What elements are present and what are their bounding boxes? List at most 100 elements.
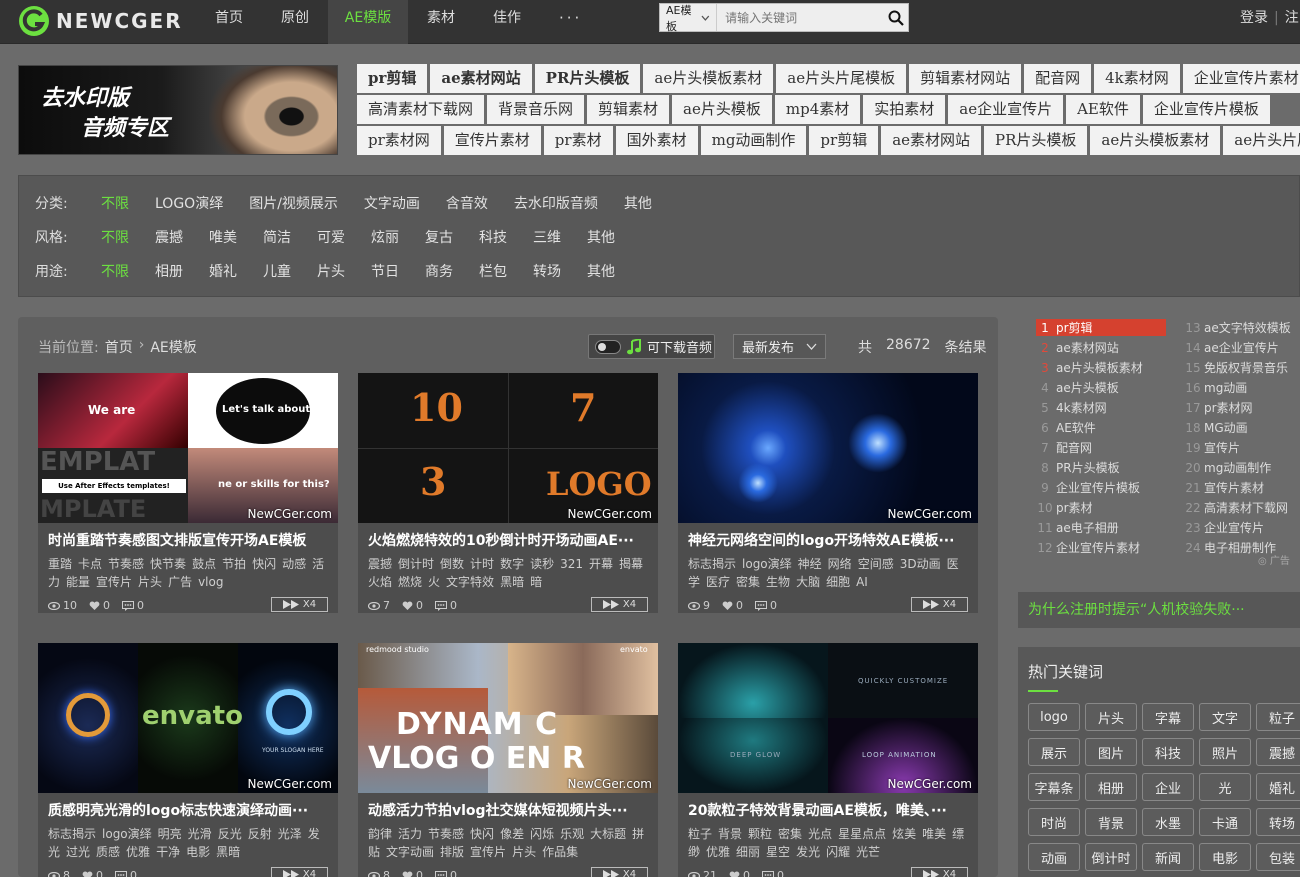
card-thumbnail[interactable]: 10 7 3 LOGO NewCGer.com bbox=[358, 373, 658, 523]
nav-more-menu[interactable]: ··· bbox=[540, 0, 601, 44]
keyword-link[interactable]: 快闪 bbox=[470, 827, 494, 841]
card-title[interactable]: 质感明亮光滑的logo标志快速演绎动画··· bbox=[48, 800, 330, 820]
card-title[interactable]: 20款粒子特效背景动画AE模板，唯美、··· bbox=[688, 800, 970, 820]
keyword-link[interactable]: 倒计时 bbox=[398, 557, 434, 571]
keyword-link[interactable]: 卡点 bbox=[78, 557, 102, 571]
tag-link[interactable]: 高清素材下载网 bbox=[357, 95, 485, 124]
ranking-item[interactable]: 20 mg动画制作 bbox=[1184, 459, 1300, 476]
keyword-link[interactable]: 医疗 bbox=[706, 575, 730, 589]
ranking-item[interactable]: 10 pr素材 bbox=[1036, 499, 1166, 516]
filter-option[interactable]: 震撼 bbox=[155, 227, 183, 247]
likes-stat[interactable]: 0 bbox=[722, 599, 743, 612]
keyword-link[interactable]: 过光 bbox=[66, 845, 90, 859]
nav-item-1[interactable]: 原创 bbox=[262, 0, 328, 44]
keyword-link[interactable]: 粒子 bbox=[688, 827, 712, 841]
keyword-link[interactable]: 优雅 bbox=[126, 845, 150, 859]
keyword-link[interactable]: 唯美 bbox=[922, 827, 946, 841]
keyword-link[interactable]: 快闪 bbox=[252, 557, 276, 571]
hot-keyword[interactable]: 时尚 bbox=[1028, 808, 1080, 836]
card-thumbnail[interactable]: envato YOUR SLOGAN HERE NewCGer.com bbox=[38, 643, 338, 793]
keyword-link[interactable]: 重踏 bbox=[48, 557, 72, 571]
hot-keyword[interactable]: 图片 bbox=[1085, 738, 1137, 766]
nav-item-2[interactable]: AE模版 bbox=[328, 0, 408, 44]
card-thumbnail[interactable]: redmood studio envato DYNAM C VLOG O EN … bbox=[358, 643, 658, 793]
filter-option[interactable]: 三维 bbox=[533, 227, 561, 247]
tag-link[interactable]: 企业宣传片素材 bbox=[1182, 64, 1300, 93]
tag-link[interactable]: 宣传片素材 bbox=[443, 126, 541, 155]
keyword-link[interactable]: 标志揭示 bbox=[688, 557, 736, 571]
register-link[interactable]: 注 bbox=[1285, 10, 1299, 26]
filter-option[interactable]: 儿童 bbox=[263, 261, 291, 281]
keyword-link[interactable]: 标志揭示 bbox=[48, 827, 96, 841]
likes-stat[interactable]: 0 bbox=[729, 869, 750, 877]
filter-option[interactable]: 婚礼 bbox=[209, 261, 237, 281]
breadcrumb-home[interactable]: 首页 bbox=[105, 337, 133, 357]
keyword-link[interactable]: 干净 bbox=[156, 845, 180, 859]
filter-option[interactable]: 炫丽 bbox=[371, 227, 399, 247]
keyword-link[interactable]: 细胞 bbox=[826, 575, 850, 589]
audio-banner[interactable]: 去水印版 音频专区 bbox=[18, 65, 338, 155]
hot-keyword[interactable]: 震撼 bbox=[1256, 738, 1300, 766]
keyword-link[interactable]: 片头 bbox=[512, 845, 536, 859]
keyword-link[interactable]: 光滑 bbox=[188, 827, 212, 841]
tag-link[interactable]: 4k素材网 bbox=[1094, 64, 1180, 93]
keyword-link[interactable]: 火 bbox=[428, 575, 440, 589]
hot-keyword[interactable]: 字幕 bbox=[1142, 703, 1194, 731]
hot-keyword[interactable]: 企业 bbox=[1142, 773, 1194, 801]
filter-option[interactable]: 唯美 bbox=[209, 227, 237, 247]
keyword-link[interactable]: 活力 bbox=[398, 827, 422, 841]
tag-link[interactable]: pr素材网 bbox=[357, 126, 441, 155]
tag-link[interactable]: ae片头模板素材 bbox=[643, 64, 774, 93]
filter-option[interactable]: 文字动画 bbox=[364, 193, 420, 213]
keyword-link[interactable]: 动感 bbox=[282, 557, 306, 571]
keyword-link[interactable]: 文字动画 bbox=[386, 845, 434, 859]
filter-option[interactable]: 不限 bbox=[101, 193, 129, 213]
keyword-link[interactable]: 光点 bbox=[808, 827, 832, 841]
tag-link[interactable]: ae片头片尾模板 bbox=[776, 64, 907, 93]
keyword-link[interactable]: 大标题 bbox=[590, 827, 626, 841]
keyword-link[interactable]: 细丽 bbox=[736, 845, 760, 859]
ranking-item[interactable]: 3 ae片头模板素材 bbox=[1036, 359, 1166, 376]
filter-option[interactable]: 相册 bbox=[155, 261, 183, 281]
filter-option[interactable]: 商务 bbox=[425, 261, 453, 281]
keyword-link[interactable]: 321 bbox=[560, 557, 583, 571]
card-title[interactable]: 火焰燃烧特效的10秒倒计时开场动画AE··· bbox=[368, 530, 650, 550]
keyword-link[interactable]: 闪烁 bbox=[530, 827, 554, 841]
nav-item-3[interactable]: 素材 bbox=[408, 0, 474, 44]
keyword-link[interactable]: 电影 bbox=[186, 845, 210, 859]
keyword-link[interactable]: 能量 bbox=[66, 575, 90, 589]
breadcrumb-current[interactable]: AE模板 bbox=[150, 337, 196, 357]
tag-link[interactable]: ae素材网站 bbox=[881, 126, 982, 155]
preview-speed-button[interactable]: X4 bbox=[271, 597, 328, 612]
keyword-link[interactable]: 燃烧 bbox=[398, 575, 422, 589]
hot-keyword[interactable]: 背景 bbox=[1085, 808, 1137, 836]
keyword-link[interactable]: 像差 bbox=[500, 827, 524, 841]
keyword-link[interactable]: logo演绎 bbox=[742, 557, 792, 571]
keyword-link[interactable]: 光芒 bbox=[856, 845, 880, 859]
keyword-link[interactable]: 星空 bbox=[766, 845, 790, 859]
ranking-item[interactable]: 14 ae企业宣传片 bbox=[1184, 339, 1300, 356]
tag-link[interactable]: pr剪辑 bbox=[809, 126, 879, 155]
keyword-link[interactable]: 揭幕 bbox=[619, 557, 643, 571]
keyword-link[interactable]: 反射 bbox=[248, 827, 272, 841]
keyword-link[interactable]: 星星点点 bbox=[838, 827, 886, 841]
keyword-link[interactable]: 乐观 bbox=[560, 827, 584, 841]
ranking-item[interactable]: 15 免版权背景音乐 bbox=[1184, 359, 1300, 376]
toggle-switch[interactable] bbox=[595, 339, 621, 354]
filter-option[interactable]: 其他 bbox=[587, 261, 615, 281]
filter-option[interactable]: 转场 bbox=[533, 261, 561, 281]
tag-link[interactable]: 企业宣传片模板 bbox=[1142, 95, 1270, 124]
keyword-link[interactable]: 黑暗 bbox=[216, 845, 240, 859]
ranking-item[interactable]: 19 宣传片 bbox=[1184, 439, 1300, 456]
filter-option[interactable]: 去水印版音频 bbox=[514, 193, 598, 213]
preview-speed-button[interactable]: X4 bbox=[911, 867, 968, 877]
search-input[interactable] bbox=[717, 4, 884, 31]
keyword-link[interactable]: 3D动画 bbox=[900, 557, 941, 571]
keyword-link[interactable]: 节奏感 bbox=[428, 827, 464, 841]
preview-speed-button[interactable]: X4 bbox=[271, 867, 328, 877]
hot-keyword[interactable]: 包装 bbox=[1256, 843, 1300, 871]
ranking-item[interactable]: 18 MG动画 bbox=[1184, 419, 1300, 436]
keyword-link[interactable]: 神经 bbox=[798, 557, 822, 571]
comments-stat[interactable]: 0 bbox=[122, 599, 144, 612]
filter-option[interactable]: 可爱 bbox=[317, 227, 345, 247]
